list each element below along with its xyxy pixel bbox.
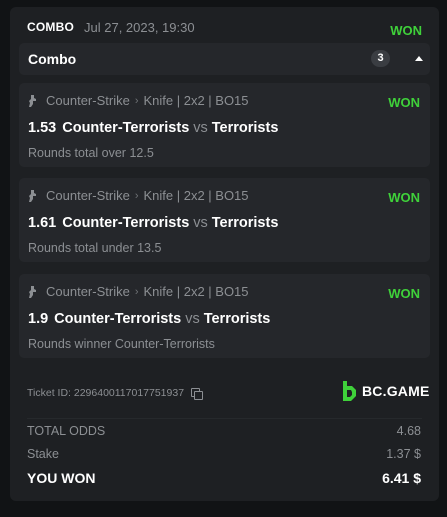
selection-sport: Counter-Strike: [46, 284, 130, 299]
selection-market: Rounds winner Counter-Terrorists: [28, 337, 215, 351]
selection-sport: Counter-Strike: [46, 188, 130, 203]
selection-status-badge: WON: [388, 190, 420, 205]
selection-card: Counter-Strike › Knife | 2x2 | BO15 WON …: [19, 83, 430, 167]
selection-meta: Counter-Strike › Knife | 2x2 | BO15: [28, 188, 249, 203]
ticket-id: Ticket ID: 2296400117017751937: [27, 387, 204, 400]
bet-card: COMBO Jul 27, 2023, 19:30 WON Combo 3 Co…: [10, 7, 439, 501]
breadcrumb-separator: ›: [134, 285, 139, 298]
selection-odds: 1.9: [28, 311, 49, 327]
selection-tournament: Knife | 2x2 | BO15: [143, 188, 249, 203]
selection-card: Counter-Strike › Knife | 2x2 | BO15 WON …: [19, 178, 430, 262]
selection-away-team: Terrorists: [211, 215, 279, 231]
total-odds-label: TOTAL ODDS: [27, 424, 106, 438]
total-odds-row: TOTAL ODDS 4.68: [27, 424, 421, 438]
selection-odds: 1.61: [28, 215, 57, 231]
chevron-up-icon[interactable]: [415, 56, 423, 61]
divider: [27, 418, 422, 419]
selection-vs: vs: [193, 120, 208, 136]
selection-market: Rounds total over 12.5: [28, 146, 154, 160]
selection-pick: 1.53 Counter-Terrorists vs Terrorists: [28, 120, 278, 136]
breadcrumb-separator: ›: [134, 94, 139, 107]
selection-status-badge: WON: [388, 286, 420, 301]
selection-tournament: Knife | 2x2 | BO15: [143, 284, 249, 299]
selection-home-team: Counter-Terrorists: [54, 311, 182, 327]
selection-home-team: Counter-Terrorists: [62, 215, 190, 231]
counter-strike-icon: [29, 285, 36, 298]
stake-label: Stake: [27, 447, 59, 461]
bet-status-badge: WON: [390, 23, 422, 38]
payout-label: YOU WON: [27, 470, 96, 486]
selection-away-team: Terrorists: [203, 311, 271, 327]
selection-home-team: Counter-Terrorists: [62, 120, 190, 136]
selection-market: Rounds total under 13.5: [28, 241, 162, 255]
combo-count-badge: 3: [371, 50, 390, 67]
brand-logo: BC.GAME: [341, 381, 430, 401]
bet-header: COMBO Jul 27, 2023, 19:30 WON: [27, 17, 422, 39]
counter-strike-icon: [29, 189, 36, 202]
copy-icon[interactable]: [191, 387, 204, 400]
combo-title: Combo: [28, 51, 77, 67]
selection-vs: vs: [193, 215, 208, 231]
counter-strike-icon: [29, 94, 36, 107]
selection-status-badge: WON: [388, 95, 420, 110]
selection-away-team: Terrorists: [211, 120, 279, 136]
brand-name: BC.GAME: [362, 383, 430, 399]
breadcrumb-separator: ›: [134, 189, 139, 202]
stake-row: Stake 1.37 $: [27, 447, 421, 461]
payout-value: 6.41 $: [382, 470, 421, 486]
selection-pick: 1.61 Counter-Terrorists vs Terrorists: [28, 215, 278, 231]
selection-vs: vs: [185, 311, 200, 327]
bet-date: Jul 27, 2023, 19:30: [84, 19, 195, 35]
total-odds-value: 4.68: [396, 424, 421, 438]
bc-game-logo-icon: [343, 381, 356, 401]
selection-tournament: Knife | 2x2 | BO15: [143, 93, 249, 108]
stake-value: 1.37 $: [386, 447, 421, 461]
selection-sport: Counter-Strike: [46, 93, 130, 108]
selection-meta: Counter-Strike › Knife | 2x2 | BO15: [28, 284, 249, 299]
selection-card: Counter-Strike › Knife | 2x2 | BO15 WON …: [19, 274, 430, 358]
payout-row: YOU WON 6.41 $: [27, 470, 421, 486]
bet-type-label: COMBO: [27, 20, 74, 34]
selection-meta: Counter-Strike › Knife | 2x2 | BO15: [28, 93, 249, 108]
selection-odds: 1.53: [28, 120, 57, 136]
selection-pick: 1.9 Counter-Terrorists vs Terrorists: [28, 311, 270, 327]
combo-toggle[interactable]: Combo 3: [19, 43, 430, 75]
ticket-id-label: Ticket ID: 2296400117017751937: [27, 387, 185, 399]
